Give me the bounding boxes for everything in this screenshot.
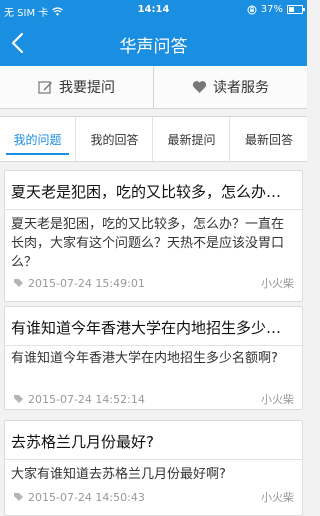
tab-label: 最新回答 bbox=[244, 132, 293, 147]
rotation-lock-icon bbox=[247, 5, 257, 14]
question-time: 2015-07-24 15:49:01 bbox=[28, 276, 145, 290]
reader-service-label: 读者服务 bbox=[213, 80, 269, 96]
question-author: 小火柴 bbox=[261, 491, 294, 504]
question-title: 夏天老是犯困，吃的又比较多，怎么办？一直在长肉，大家有这个问题么？天热不是应该没… bbox=[11, 183, 296, 201]
heart-icon bbox=[192, 81, 207, 93]
nav-bar: 华声问答 bbox=[0, 20, 307, 66]
tab-label: 我的问题 bbox=[13, 132, 62, 147]
question-title: 有谁知道今年香港大学在内地招生多少名额啊? bbox=[11, 319, 296, 337]
question-card[interactable]: 有谁知道今年香港大学在内地招生多少名额啊? 有谁知道今年香港大学在内地招生多少名… bbox=[4, 306, 303, 410]
page-title: 华声问答 bbox=[119, 37, 188, 57]
tab-label: 最新提问 bbox=[167, 132, 216, 147]
action-bar: 我要提问 读者服务 bbox=[0, 66, 307, 109]
battery-icon bbox=[287, 5, 305, 14]
edit-icon bbox=[38, 80, 52, 94]
question-time: 2015-07-24 14:52:14 bbox=[28, 392, 145, 406]
tag-icon bbox=[14, 394, 23, 403]
reader-service-button[interactable]: 读者服务 bbox=[154, 66, 307, 108]
tab-my-answers[interactable]: 我的回答 bbox=[77, 117, 153, 161]
divider bbox=[5, 459, 302, 460]
divider bbox=[5, 209, 302, 210]
tab-my-questions[interactable]: 我的问题 bbox=[0, 117, 76, 161]
ask-question-label: 我要提问 bbox=[59, 80, 115, 96]
tab-latest-answers[interactable]: 最新回答 bbox=[231, 117, 307, 161]
tab-label: 我的回答 bbox=[90, 132, 139, 147]
question-body: 大家有谁知道去苏格兰几月份最好啊? bbox=[11, 467, 226, 482]
question-card[interactable]: 去苏格兰几月份最好? 大家有谁知道去苏格兰几月份最好啊? 2015-07-24 … bbox=[4, 420, 303, 516]
question-meta: 2015-07-24 14:50:43 小火柴 bbox=[13, 489, 294, 505]
question-title: 去苏格兰几月份最好? bbox=[11, 433, 154, 451]
ask-question-button[interactable]: 我要提问 bbox=[0, 66, 154, 108]
question-time: 2015-07-24 14:50:43 bbox=[28, 490, 145, 504]
question-author: 小火柴 bbox=[261, 393, 294, 406]
question-author: 小火柴 bbox=[261, 277, 294, 290]
tag-icon bbox=[14, 278, 23, 287]
battery-percent: 37% bbox=[260, 4, 283, 15]
tab-bar: 我的问题 我的回答 最新提问 最新回答 bbox=[0, 116, 307, 162]
question-body: 有谁知道今年香港大学在内地招生多少名额啊? bbox=[11, 351, 278, 366]
question-meta: 2015-07-24 15:49:01 小火柴 bbox=[13, 275, 294, 291]
status-bar: 无 SIM 卡 14:14 37% bbox=[0, 0, 307, 20]
question-card[interactable]: 夏天老是犯困，吃的又比较多，怎么办？一直在长肉，大家有这个问题么？天热不是应该没… bbox=[4, 170, 303, 302]
tab-latest-questions[interactable]: 最新提问 bbox=[154, 117, 230, 161]
question-meta: 2015-07-24 14:52:14 小火柴 bbox=[13, 391, 294, 407]
question-body: 夏天老是犯困，吃的又比较多，怎么办？一直在长肉，大家有这个问题么？天热不是应该没… bbox=[11, 217, 285, 270]
divider bbox=[5, 345, 302, 346]
tag-icon bbox=[14, 492, 23, 501]
